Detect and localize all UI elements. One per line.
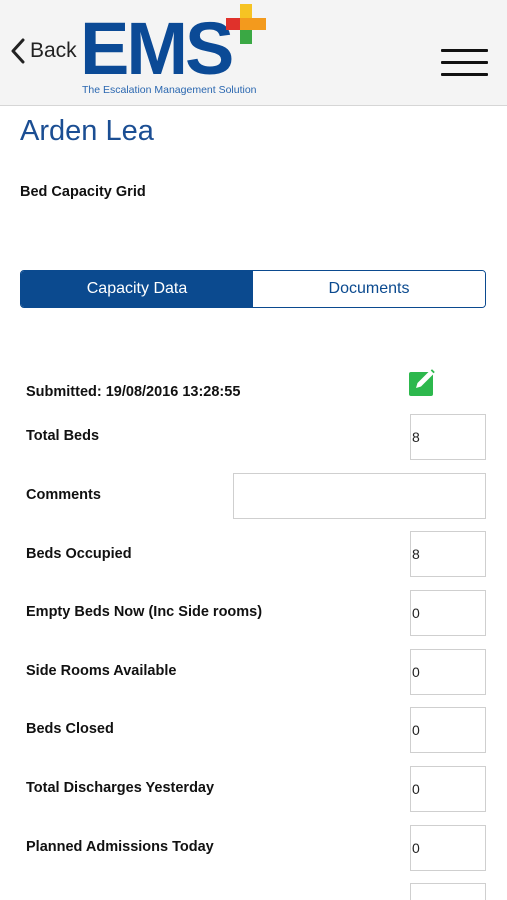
beds-occupied-field[interactable]: 8 [410, 531, 486, 577]
side-rooms-label: Side Rooms Available [26, 663, 177, 679]
page-title: Arden Lea [20, 115, 154, 147]
submitted-timestamp: Submitted: 19/08/2016 13:28:55 [26, 384, 241, 400]
logo-tagline: The Escalation Management Solution [82, 84, 257, 96]
empty-beds-label: Empty Beds Now (Inc Side rooms) [26, 604, 263, 620]
beds-closed-field[interactable]: 0 [410, 707, 486, 753]
back-button[interactable]: Back [10, 38, 77, 64]
hamburger-menu-icon[interactable] [441, 49, 488, 79]
planned-admissions-field[interactable]: 0 [410, 825, 486, 871]
planned-admissions-label: Planned Admissions Today [26, 839, 214, 855]
edit-icon[interactable] [409, 368, 439, 396]
beds-closed-label: Beds Closed [26, 721, 114, 737]
back-label: Back [30, 39, 77, 62]
logo-text: EMS [80, 7, 234, 90]
plus-icon [226, 4, 266, 44]
next-field-partial[interactable] [410, 883, 486, 900]
tab-capacity-data[interactable]: Capacity Data [21, 271, 253, 307]
beds-occupied-label: Beds Occupied [26, 546, 132, 562]
discharges-yesterday-field[interactable]: 0 [410, 766, 486, 812]
empty-beds-field[interactable]: 0 [410, 590, 486, 636]
discharges-yesterday-label: Total Discharges Yesterday [26, 780, 215, 796]
tab-documents[interactable]: Documents [253, 271, 485, 307]
app-header: Back EMS The Escalation Management Solut… [0, 0, 507, 106]
ems-logo: EMS The Escalation Management Solution [80, 4, 275, 100]
tab-bar: Capacity Data Documents [20, 270, 486, 308]
comments-field[interactable] [233, 473, 486, 519]
total-beds-label: Total Beds [26, 428, 100, 444]
side-rooms-field[interactable]: 0 [410, 649, 486, 695]
chevron-left-icon [11, 38, 25, 64]
total-beds-field[interactable]: 8 [410, 414, 486, 460]
comments-label: Comments [26, 487, 101, 503]
page-subtitle: Bed Capacity Grid [20, 184, 146, 200]
